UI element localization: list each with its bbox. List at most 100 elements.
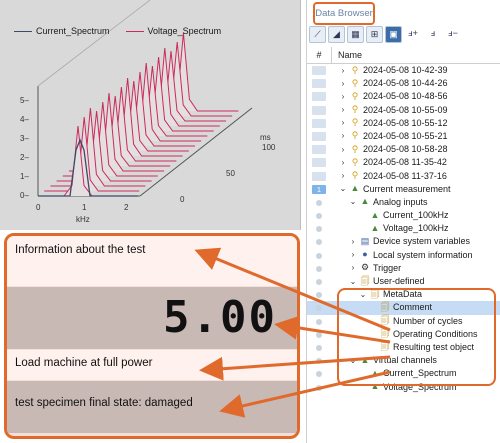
chevron-right-icon[interactable]: › xyxy=(349,250,357,259)
operating-conditions-display[interactable]: Load machine at full power xyxy=(7,350,297,380)
table-icon[interactable]: ▦ xyxy=(347,26,364,43)
curve-remove-icon[interactable]: ⅎ− xyxy=(444,26,462,41)
channel-group-icon: ▲ xyxy=(370,222,380,233)
chevron-down-icon[interactable]: ⌄ xyxy=(339,184,347,193)
chart-line-icon[interactable]: ⟋ xyxy=(309,26,326,43)
column-number-header[interactable]: # xyxy=(307,47,332,63)
tree-row-content: › ⚲ 2024-05-08 11-37-16 xyxy=(339,171,447,181)
row-marker xyxy=(316,305,322,312)
column-name-header[interactable]: Name xyxy=(332,47,362,63)
chevron-right-icon[interactable]: › xyxy=(339,79,347,88)
measurement-record-icon: ⚲ xyxy=(351,156,359,167)
tree-row[interactable]: › ▤ Device system variables xyxy=(307,235,500,248)
tree-row[interactable]: 🗐 Resulting test object xyxy=(307,341,500,354)
chart-legend: Current_Spectrum Voltage_Spectrum xyxy=(14,26,221,36)
tree-row[interactable]: ▲ Current_100kHz xyxy=(307,209,500,222)
tree-row-label: Device system variables xyxy=(373,236,471,247)
grid-icon[interactable]: ⊞ xyxy=(366,26,383,43)
tree-row[interactable]: › ⚲ 2024-05-08 11-35-42 xyxy=(307,156,500,169)
chevron-right-icon[interactable]: › xyxy=(349,263,357,272)
chevron-right-icon[interactable]: › xyxy=(339,145,347,154)
tree-row[interactable]: 1 ⌄ ▲ Current measurement xyxy=(307,183,500,196)
spectrum-chart[interactable]: 5– 4– 3– 2– 1– 0– 0 1 2 kHz ms 100 50 0 Current_Spect… xyxy=(0,0,301,230)
tree-row[interactable]: › ⚲ 2024-05-08 10-42-39 xyxy=(307,64,500,77)
channel-group-icon: ▲ xyxy=(370,209,380,220)
tree-row-label: Trigger xyxy=(373,262,402,273)
chevron-down-icon[interactable]: ⌄ xyxy=(359,290,367,299)
chevron-right-icon[interactable]: › xyxy=(339,105,347,114)
chevron-right-icon[interactable]: › xyxy=(339,66,347,75)
chevron-down-icon[interactable]: ⌄ xyxy=(349,356,357,365)
y-tick-label: 1– xyxy=(20,172,29,181)
data-browser-title[interactable]: Data Browser xyxy=(313,2,375,25)
measurement-record-icon: ⚲ xyxy=(351,90,359,101)
tree-row[interactable]: › ⚲ 2024-05-08 10-55-09 xyxy=(307,104,500,117)
curve-icon[interactable]: ⅎ xyxy=(424,26,442,41)
tree-row-content: 🗐 Resulting test object xyxy=(369,342,475,352)
tree-row-label: 2024-05-08 10-55-09 xyxy=(363,104,448,115)
comment-display[interactable]: Information about the test xyxy=(7,236,297,286)
tree-row-label: Voltage_100kHz xyxy=(383,223,449,234)
tree-row[interactable]: ⌄ 🗐 User-defined xyxy=(307,275,500,288)
tree-row-content: ⌄ 🗐 MetaData xyxy=(359,289,422,299)
tree-row-label: 2024-05-08 10-42-39 xyxy=(363,65,448,75)
row-marker xyxy=(316,358,322,365)
row-marker xyxy=(316,226,322,233)
local-info-icon: ● xyxy=(362,249,368,260)
chevron-right-icon[interactable]: › xyxy=(339,158,347,167)
chevron-right-icon[interactable]: › xyxy=(339,92,347,101)
tree-row[interactable]: ▲ Voltage_100kHz xyxy=(307,222,500,235)
chevron-right-icon[interactable]: › xyxy=(339,131,347,140)
channel-icon: ▲ xyxy=(370,381,380,391)
comment-text: Information about the test xyxy=(15,244,146,256)
row-marker xyxy=(316,213,322,220)
chevron-down-icon[interactable]: ⌄ xyxy=(349,277,357,286)
tree-row[interactable]: 🗐 Comment xyxy=(307,301,500,315)
tree-row[interactable]: ⌄ ▲ Virtual channels xyxy=(307,354,500,367)
measurement-record-icon: ⚲ xyxy=(351,130,359,141)
x-unit-label: kHz xyxy=(76,215,90,224)
row-marker xyxy=(312,79,326,89)
row-marker xyxy=(316,252,322,259)
tree-row[interactable]: ⌄ 🗐 MetaData xyxy=(307,288,500,301)
tree-row[interactable]: › ⚙ Trigger xyxy=(307,262,500,275)
z-tick-label: 100 xyxy=(262,143,276,152)
y-tick-label: 5– xyxy=(20,96,29,105)
x-tick-label: 0 xyxy=(36,203,41,212)
y-tick-label: 4– xyxy=(20,115,29,124)
tree-row-label: 2024-05-08 11-35-42 xyxy=(363,157,447,168)
chevron-right-icon[interactable]: › xyxy=(349,237,357,246)
tree-row[interactable]: › ⚲ 2024-05-08 10-55-12 xyxy=(307,117,500,130)
tree-row[interactable]: › ⚲ 2024-05-08 10-48-56 xyxy=(307,90,500,103)
tree-row-label: Current_Spectrum xyxy=(383,368,457,379)
row-marker xyxy=(316,292,322,299)
tree-row[interactable]: › ● Local system information xyxy=(307,249,500,262)
chevron-down-icon[interactable]: ⌄ xyxy=(349,197,357,206)
tree-row-label: Voltage_Spectrum xyxy=(383,381,457,392)
tree-row[interactable]: › ⚲ 2024-05-08 10-58-28 xyxy=(307,143,500,156)
row-marker xyxy=(316,344,322,351)
result-display[interactable]: test specimen final state: damaged xyxy=(7,381,297,433)
tree-row[interactable]: ▲ Current_Spectrum xyxy=(307,367,500,380)
tree-row-content: ⌄ ▲ Current measurement xyxy=(339,184,451,194)
cycles-display[interactable]: 5.00 xyxy=(7,287,297,349)
tree-row[interactable]: › ⚲ 2024-05-08 10-44-26 xyxy=(307,77,500,90)
row-marker xyxy=(316,371,322,378)
tree-row[interactable]: 🗐 Number of cycles xyxy=(307,315,500,328)
chart-area-icon[interactable]: ◢ xyxy=(328,26,345,43)
tree-row[interactable]: ⌄ ▲ Analog inputs xyxy=(307,196,500,209)
tree-row-label: User-defined xyxy=(373,276,425,286)
tree-row-label: 2024-05-08 10-55-12 xyxy=(363,117,448,128)
monitor-icon[interactable]: ▣ xyxy=(385,26,402,43)
chevron-right-icon[interactable]: › xyxy=(339,118,347,127)
tree-row[interactable]: ▲ Voltage_Spectrum xyxy=(307,381,500,394)
chevron-right-icon[interactable]: › xyxy=(339,171,347,180)
tree-row[interactable]: 🗐 Operating Conditions xyxy=(307,328,500,341)
row-marker xyxy=(312,118,326,128)
tree-row[interactable]: › ⚲ 2024-05-08 10-55-21 xyxy=(307,130,500,143)
legend-swatch-voltage xyxy=(125,30,144,32)
tree-row-content: › ⚙ Trigger xyxy=(349,262,402,273)
curve-add-icon[interactable]: ⅎ+ xyxy=(404,26,422,41)
tree-row-label: Local system information xyxy=(373,249,473,260)
tree-row[interactable]: › ⚲ 2024-05-08 11-37-16 xyxy=(307,170,500,183)
